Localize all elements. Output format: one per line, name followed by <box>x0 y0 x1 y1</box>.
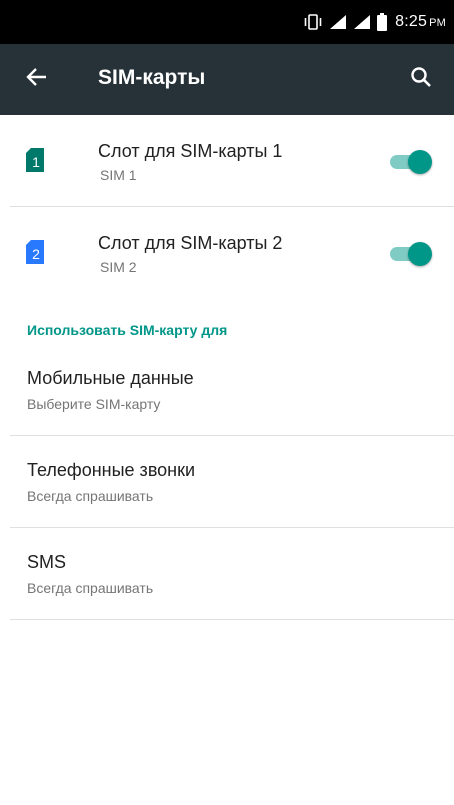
sim-slot-1-toggle[interactable] <box>386 149 432 175</box>
search-button[interactable] <box>404 62 438 96</box>
sim-card-2-icon: 2 <box>26 240 44 269</box>
toggle-thumb <box>408 242 432 266</box>
status-time-ampm: PM <box>429 17 446 29</box>
divider <box>10 619 454 620</box>
pref-sms-summary: Всегда спрашивать <box>27 580 154 596</box>
sim-slot-1-title: Слот для SIM-карты 1 <box>98 141 283 161</box>
sim-slot-2-row[interactable]: 2 Слот для SIM-карты 2 SIM 2 <box>0 207 454 299</box>
back-button[interactable] <box>20 62 54 96</box>
arrow-back-icon <box>26 66 48 93</box>
toggle-thumb <box>408 150 432 174</box>
pref-calls-title: Телефонные звонки <box>27 460 196 480</box>
sim-card-1-icon: 1 <box>26 148 44 177</box>
sim-slot-2-subtitle: SIM 2 <box>100 259 137 275</box>
pref-mobile-data-title: Мобильные данные <box>27 368 194 388</box>
pref-sms-title: SMS <box>27 552 67 572</box>
sim-card-2-badge: 2 <box>32 246 40 262</box>
pref-mobile-data[interactable]: Мобильные данные Выберите SIM-карту <box>0 368 454 460</box>
divider <box>10 435 454 436</box>
status-time: 8:25 PM <box>395 13 446 31</box>
sim-slot-1-subtitle: SIM 1 <box>100 167 137 183</box>
battery-icon <box>377 13 388 31</box>
sim-slot-2-toggle[interactable] <box>386 241 432 267</box>
status-bar: 8:25 PM <box>0 0 454 44</box>
pref-calls[interactable]: Телефонные звонки Всегда спрашивать <box>0 460 454 552</box>
vibrate-icon <box>303 14 323 30</box>
sim-card-1-badge: 1 <box>32 154 40 170</box>
pref-sms[interactable]: SMS Всегда спрашивать <box>0 552 454 644</box>
sim-slot-1-row[interactable]: 1 Слот для SIM-карты 1 SIM 1 <box>0 115 454 207</box>
divider <box>10 527 454 528</box>
signal-icon <box>329 14 347 30</box>
section-header: Использовать SIM-карту для <box>27 322 228 338</box>
sim-slot-2-title: Слот для SIM-карты 2 <box>98 233 283 253</box>
app-bar: SIM-карты <box>0 44 454 115</box>
signal-icon <box>353 14 371 30</box>
status-time-value: 8:25 <box>395 13 428 30</box>
page-title: SIM-карты <box>98 66 206 89</box>
pref-calls-summary: Всегда спрашивать <box>27 488 154 504</box>
pref-mobile-data-summary: Выберите SIM-карту <box>27 396 161 412</box>
search-icon <box>410 66 432 93</box>
